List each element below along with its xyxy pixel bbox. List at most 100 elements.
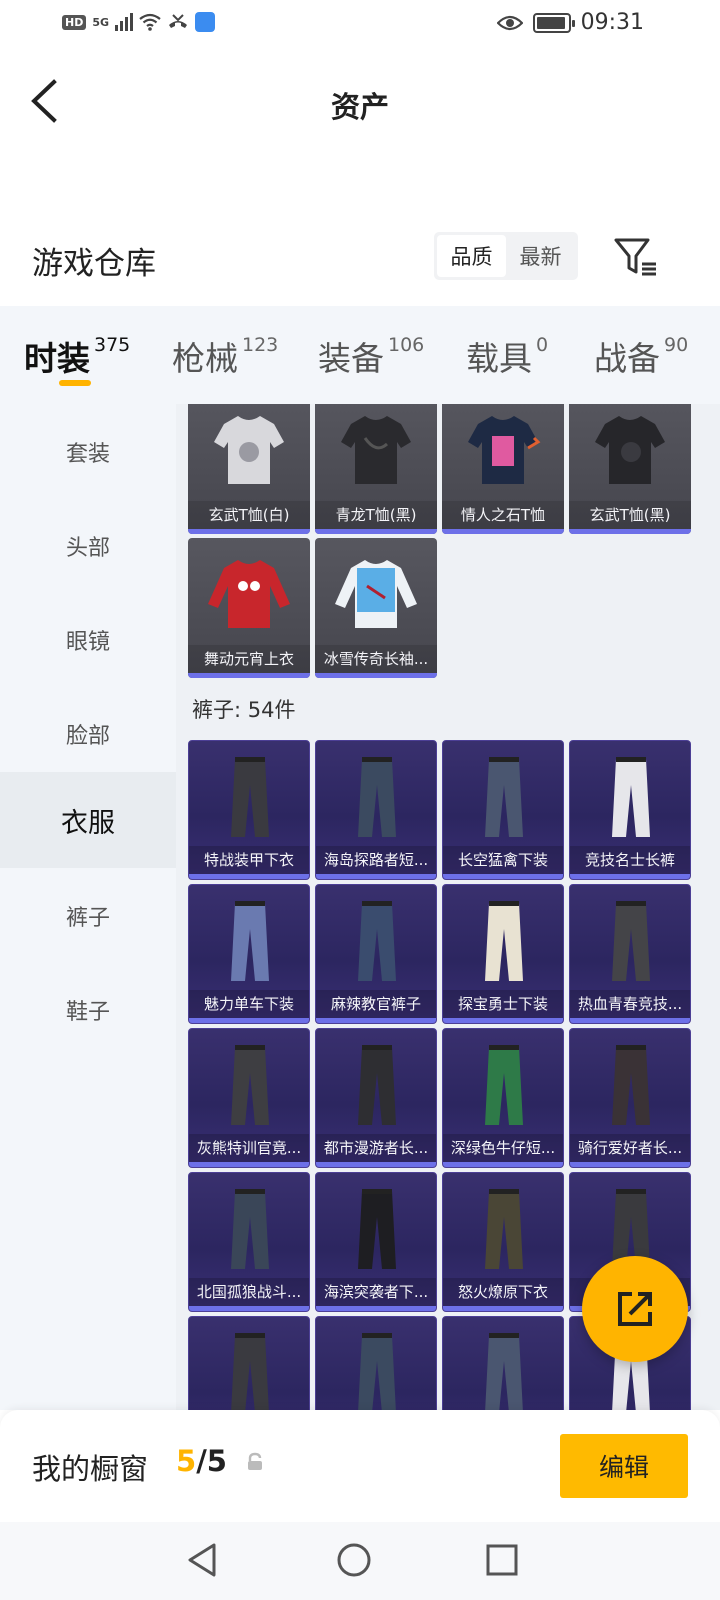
- showcase-current: 5: [176, 1444, 197, 1478]
- item-card[interactable]: [188, 1316, 310, 1410]
- clock: 09:31: [580, 10, 644, 35]
- tab-combat-gear[interactable]: 战备 90: [594, 332, 688, 380]
- shirt-image: [214, 416, 284, 484]
- missed-call-icon: [169, 14, 188, 28]
- tab-fashion[interactable]: 时装 375: [24, 332, 130, 380]
- tab-guns[interactable]: 枪械 123: [172, 332, 278, 380]
- side-item-outfit[interactable]: 套装: [0, 404, 176, 500]
- item-card[interactable]: 海滨突袭者下...: [315, 1172, 437, 1312]
- side-item-glasses[interactable]: 眼镜: [0, 592, 176, 688]
- item-card[interactable]: 热血青春竞技...: [569, 884, 691, 1024]
- item-card[interactable]: 青龙T恤(黑): [315, 404, 437, 534]
- item-card[interactable]: 舞动元宵上衣: [188, 538, 310, 678]
- showcase-count: 5/5: [176, 1444, 227, 1478]
- item-rarity-bar: [189, 874, 309, 879]
- nav-back-icon[interactable]: [184, 1540, 224, 1580]
- item-name: 舞动元宵上衣: [188, 645, 310, 673]
- item-card[interactable]: 特战装甲下衣: [188, 740, 310, 880]
- pants-image: [485, 757, 523, 837]
- pants-image: [358, 1189, 396, 1269]
- showcase-max: 5: [206, 1444, 227, 1478]
- item-card[interactable]: 竞技名士长裤: [569, 740, 691, 880]
- active-tab-indicator: [59, 380, 91, 386]
- item-rarity-bar: [570, 1018, 690, 1023]
- item-name: 海岛探路者短...: [316, 846, 436, 874]
- pants-image: [358, 757, 396, 837]
- nav-home-icon[interactable]: [334, 1540, 374, 1580]
- nav-recents-icon[interactable]: [482, 1540, 522, 1580]
- item-name: 冰雪传奇长袖...: [315, 645, 437, 673]
- signal-icon: [115, 13, 134, 31]
- pants-image: [485, 1189, 523, 1269]
- pants-image: [612, 1045, 650, 1125]
- shirt-image: [468, 416, 541, 484]
- tab-count: 375: [94, 334, 131, 356]
- item-card[interactable]: 都市漫游者长...: [315, 1028, 437, 1168]
- sort-newest-option[interactable]: 最新: [506, 235, 575, 277]
- item-name: 特战装甲下衣: [189, 846, 309, 874]
- item-card[interactable]: 长空猛禽下装: [442, 740, 564, 880]
- tab-count: 0: [536, 334, 549, 356]
- item-card[interactable]: 骑行爱好者长...: [569, 1028, 691, 1168]
- item-card[interactable]: 深绿色牛仔短...: [442, 1028, 564, 1168]
- sort-quality-option[interactable]: 品质: [437, 235, 506, 277]
- pants-image: [231, 1045, 269, 1125]
- item-rarity-bar: [189, 1306, 309, 1311]
- item-card[interactable]: 玄武T恤(黑): [569, 404, 691, 534]
- item-card[interactable]: 情人之石T恤: [442, 404, 564, 534]
- item-card[interactable]: 玄武T恤(白): [188, 404, 310, 534]
- pants-image: [231, 901, 269, 981]
- edit-button[interactable]: 编辑: [560, 1434, 688, 1498]
- item-name: 玄武T恤(白): [188, 501, 310, 529]
- tab-equipment[interactable]: 装备 106: [318, 332, 424, 380]
- item-rarity-bar: [316, 1162, 436, 1167]
- item-name: 玄武T恤(黑): [569, 501, 691, 529]
- item-rarity-bar: [189, 1018, 309, 1023]
- app-notification-icon: [195, 12, 216, 32]
- filter-icon[interactable]: [614, 236, 660, 278]
- item-card[interactable]: 怒火燎原下衣: [442, 1172, 564, 1312]
- item-name: 青龙T恤(黑): [315, 501, 437, 529]
- item-rarity-bar: [443, 874, 563, 879]
- item-card[interactable]: [442, 1316, 564, 1410]
- pants-image: [358, 901, 396, 981]
- side-item-clothes[interactable]: 衣服: [0, 772, 176, 868]
- item-rarity-bar: [315, 529, 437, 534]
- item-name: 骑行爱好者长...: [570, 1134, 690, 1162]
- share-fab[interactable]: [582, 1256, 688, 1362]
- pants-image: [612, 757, 650, 837]
- pants-image: [485, 1045, 523, 1125]
- network-type: 5G: [92, 15, 110, 29]
- item-card[interactable]: 冰雪传奇长袖...: [315, 538, 437, 678]
- item-name: 探宝勇士下装: [443, 990, 563, 1018]
- pants-image: [358, 1333, 396, 1410]
- app-header: 资产: [0, 48, 720, 158]
- tab-label: 载具: [466, 339, 532, 378]
- pants-image: [358, 1045, 396, 1125]
- item-card[interactable]: 麻辣教官裤子: [315, 884, 437, 1024]
- tab-vehicles[interactable]: 载具 0: [466, 332, 548, 380]
- item-name: 热血青春竞技...: [570, 990, 690, 1018]
- side-item-head[interactable]: 头部: [0, 498, 176, 594]
- item-name: 魅力单车下装: [189, 990, 309, 1018]
- item-card[interactable]: [315, 1316, 437, 1410]
- pants-image: [485, 901, 523, 981]
- showcase-label: 我的橱窗: [32, 1452, 149, 1486]
- item-card[interactable]: 灰熊特训官竟...: [188, 1028, 310, 1168]
- side-item-face[interactable]: 脸部: [0, 686, 176, 782]
- item-name: 灰熊特训官竟...: [189, 1134, 309, 1162]
- item-card[interactable]: 海岛探路者短...: [315, 740, 437, 880]
- tab-count: 90: [664, 334, 689, 356]
- category-tabs: 时装 375 枪械 123 装备 106 载具 0 战备 90: [0, 306, 720, 404]
- item-card[interactable]: 北国孤狼战斗...: [188, 1172, 310, 1312]
- item-name: 麻辣教官裤子: [316, 990, 436, 1018]
- item-card[interactable]: 魅力单车下装: [188, 884, 310, 1024]
- side-item-shoes[interactable]: 鞋子: [0, 962, 176, 1058]
- item-rarity-bar: [316, 1018, 436, 1023]
- item-rarity-bar: [570, 1162, 690, 1167]
- side-item-pants[interactable]: 裤子: [0, 868, 176, 964]
- pants-image: [485, 1333, 523, 1410]
- sort-toggle: 品质 最新: [434, 232, 578, 280]
- item-card[interactable]: 探宝勇士下装: [442, 884, 564, 1024]
- battery-icon: [532, 12, 575, 33]
